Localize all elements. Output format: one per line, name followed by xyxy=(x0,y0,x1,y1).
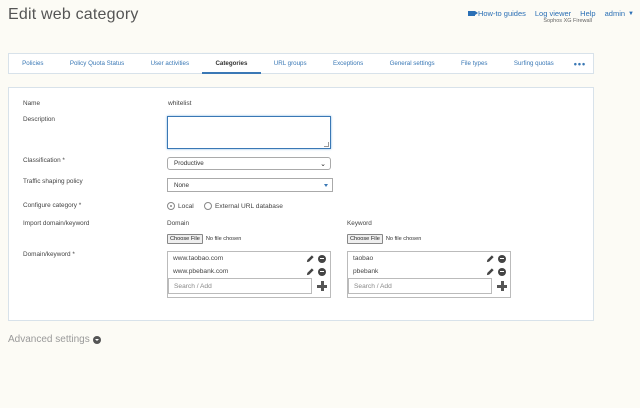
pencil-icon[interactable] xyxy=(306,267,315,276)
tab-policy-quota-status[interactable]: Policy Quota Status xyxy=(57,54,138,73)
domain-choose-file-button[interactable]: Choose File xyxy=(167,234,203,244)
log-viewer-link[interactable]: Log viewer xyxy=(535,9,571,18)
pencil-icon[interactable] xyxy=(486,267,495,276)
keyword-no-file: No file chosen xyxy=(385,236,422,242)
keyword-file-picker: Choose File No file chosen xyxy=(347,234,421,244)
tab-surfing-quotas[interactable]: Surfing quotas xyxy=(501,54,567,73)
domain-no-file: No file chosen xyxy=(205,236,242,242)
tab-url-groups[interactable]: URL groups xyxy=(261,54,320,73)
list-item: www.taobao.com xyxy=(168,252,330,265)
advanced-settings-label: Advanced settings xyxy=(8,334,90,345)
domain-add-row: Search / Add xyxy=(168,278,330,294)
list-item: taobao xyxy=(348,252,510,265)
domain-header: Domain xyxy=(167,220,190,227)
page-title: Edit web category xyxy=(8,6,139,23)
configure-label: Configure category * xyxy=(23,202,82,209)
keyword-search-add-input[interactable]: Search / Add xyxy=(348,278,492,294)
add-icon[interactable] xyxy=(315,279,329,293)
list-item-text: www.taobao.com xyxy=(173,255,224,262)
tab-exceptions[interactable]: Exceptions xyxy=(320,54,377,73)
list-item-text: pbebank xyxy=(353,268,379,275)
description-label: Description xyxy=(23,116,55,123)
domain-list: www.taobao.com www.pbebank.com Search / … xyxy=(167,251,331,298)
help-link[interactable]: Help xyxy=(580,9,595,18)
caret-down-icon: ▼ xyxy=(628,10,634,17)
list-item-text: www.pbebank.com xyxy=(173,268,229,275)
domain-file-picker: Choose File No file chosen xyxy=(167,234,241,244)
remove-icon[interactable] xyxy=(498,267,506,276)
pencil-icon[interactable] xyxy=(306,254,315,263)
remove-icon[interactable] xyxy=(318,267,326,276)
list-item: www.pbebank.com xyxy=(168,265,330,278)
resize-handle[interactable] xyxy=(324,142,329,147)
description-textarea[interactable] xyxy=(167,116,331,149)
admin-menu[interactable]: admin ▼ xyxy=(605,9,634,18)
list-item: pbebank xyxy=(348,265,510,278)
classification-label: Classification * xyxy=(23,157,65,164)
classification-value: Productive xyxy=(174,160,204,167)
radio-local[interactable]: Local xyxy=(167,202,194,210)
chevron-down-circle-icon xyxy=(92,335,101,344)
traffic-select[interactable]: None xyxy=(167,178,333,192)
tab-more[interactable]: ••• xyxy=(567,54,593,73)
radio-local-label: Local xyxy=(178,202,194,210)
tab-general-settings[interactable]: General settings xyxy=(376,54,447,73)
list-item-text: taobao xyxy=(353,255,374,262)
how-to-guides-link[interactable]: How-to guides xyxy=(467,9,526,18)
radio-unchecked-icon xyxy=(204,202,212,210)
video-camera-icon xyxy=(467,11,478,16)
product-name: Sophos XG Firewall xyxy=(543,18,592,24)
domain-search-add-input[interactable]: Search / Add xyxy=(168,278,312,294)
remove-icon[interactable] xyxy=(318,254,326,263)
triangle-down-icon xyxy=(324,183,328,187)
remove-icon[interactable] xyxy=(498,254,506,263)
add-icon[interactable] xyxy=(495,279,509,293)
name-value: whitelist xyxy=(168,100,192,107)
keyword-header: Keyword xyxy=(347,220,372,227)
radio-checked-icon xyxy=(167,202,175,210)
tab-bar: Policies Policy Quota Status User activi… xyxy=(8,53,594,74)
classification-select[interactable]: Productive ⌄ xyxy=(167,157,331,170)
traffic-value: None xyxy=(174,181,190,189)
pencil-icon[interactable] xyxy=(486,254,495,263)
domain-keyword-label: Domain/keyword * xyxy=(23,251,75,258)
tab-categories[interactable]: Categories xyxy=(202,54,261,74)
radio-external[interactable]: External URL database xyxy=(204,202,283,210)
radio-external-label: External URL database xyxy=(215,202,283,210)
chevron-down-icon: ⌄ xyxy=(320,160,326,168)
tab-file-types[interactable]: File types xyxy=(448,54,501,73)
import-label: Import domain/keyword xyxy=(23,220,90,227)
keyword-add-row: Search / Add xyxy=(348,278,510,294)
name-label: Name xyxy=(23,100,41,107)
keyword-list: taobao pbebank Search / Add xyxy=(347,251,511,298)
tab-user-activities[interactable]: User activities xyxy=(137,54,202,73)
top-links: How-to guides Log viewer Help admin ▼ xyxy=(467,9,634,18)
advanced-settings-toggle[interactable]: Advanced settings xyxy=(8,334,101,345)
keyword-choose-file-button[interactable]: Choose File xyxy=(347,234,383,244)
traffic-label: Traffic shaping policy xyxy=(23,178,83,185)
tab-policies[interactable]: Policies xyxy=(9,54,57,73)
